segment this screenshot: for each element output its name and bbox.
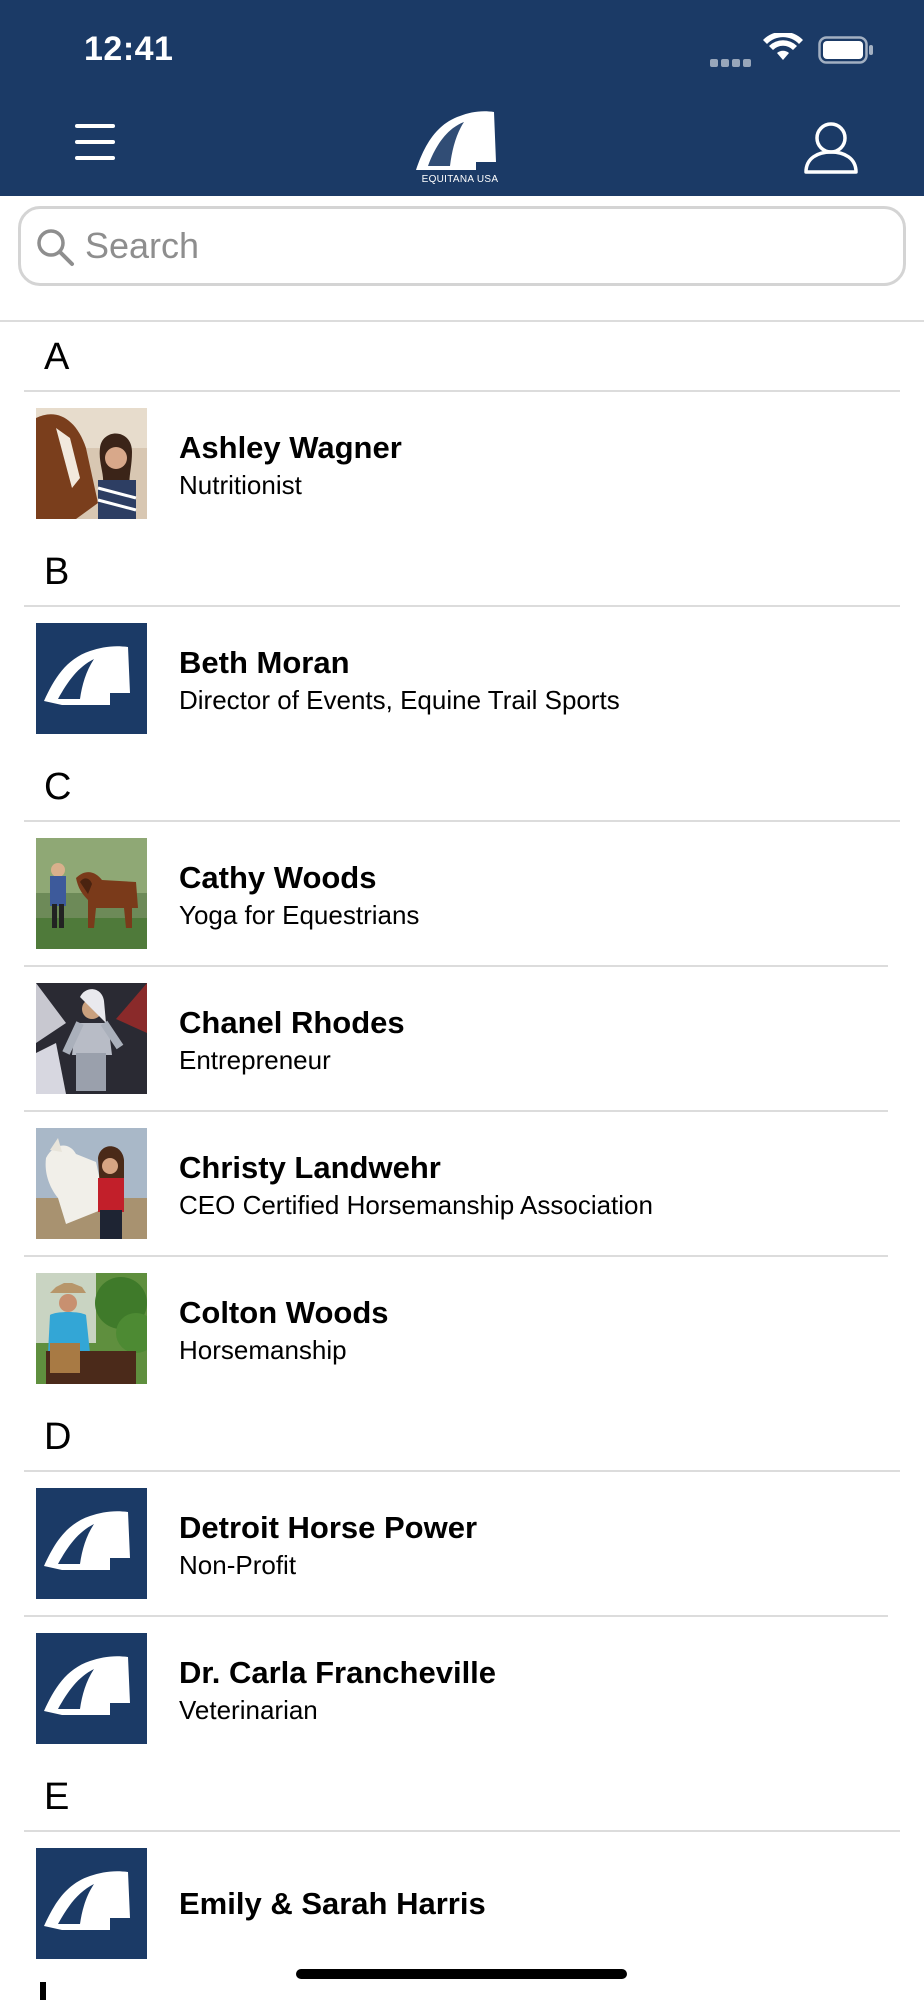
profile-photo xyxy=(36,408,147,519)
list-item[interactable]: Christy Landwehr CEO Certified Horsemansh… xyxy=(0,1112,924,1257)
cellular-signal-icon xyxy=(710,54,754,72)
item-subtitle: Entrepreneur xyxy=(179,1045,331,1075)
list-item[interactable]: Colton Woods Horsemanship xyxy=(0,1257,924,1402)
item-subtitle: CEO Certified Horsemanship Association xyxy=(179,1190,653,1220)
equitana-logo-thumbnail xyxy=(36,1488,147,1599)
app-header: 12:41 EQUITANA USA xyxy=(0,0,924,196)
equitana-logo-thumbnail xyxy=(36,623,147,734)
list-item[interactable]: Dr. Carla Francheville Veterinarian xyxy=(0,1617,924,1762)
item-name: Dr. Carla Francheville xyxy=(179,1655,497,1690)
item-subtitle: Non-Profit xyxy=(179,1550,297,1580)
item-name: Ashley Wagner xyxy=(179,430,402,465)
list-item[interactable]: Chanel Rhodes Entrepreneur xyxy=(0,967,924,1112)
list-item[interactable]: Ashley Wagner Nutritionist xyxy=(0,392,924,537)
profile-photo xyxy=(36,1128,147,1239)
profile-photo xyxy=(36,1273,147,1384)
item-name: Colton Woods xyxy=(179,1295,389,1330)
logo-text: EQUITANA USA xyxy=(421,174,499,185)
user-icon[interactable] xyxy=(800,118,862,176)
profile-photo xyxy=(36,838,147,949)
directory-list: A Ashley Wagner Nutritionist B Beth Moran Dir… xyxy=(0,322,924,1977)
wifi-icon xyxy=(763,33,803,60)
item-subtitle: Director of Events, Equine Trail Sports xyxy=(179,685,620,715)
section-header-b: B xyxy=(24,537,900,607)
item-name: Emily & Sarah Harris xyxy=(179,1886,486,1921)
item-name: Beth Moran xyxy=(179,645,350,680)
profile-photo xyxy=(36,983,147,1094)
section-header-e: E xyxy=(24,1762,900,1832)
section-letter: E xyxy=(44,1776,70,1818)
search-input[interactable] xyxy=(85,219,885,273)
status-time: 12:41 xyxy=(84,30,174,68)
list-item[interactable]: Detroit Horse Power Non-Profit xyxy=(0,1472,924,1617)
item-name: Detroit Horse Power xyxy=(179,1510,478,1545)
section-letter: C xyxy=(44,766,72,808)
battery-icon xyxy=(818,36,873,64)
item-name: Christy Landwehr xyxy=(179,1150,441,1185)
item-name: Chanel Rhodes xyxy=(179,1005,405,1040)
item-subtitle: Horsemanship xyxy=(179,1335,347,1365)
section-letter: A xyxy=(44,336,70,378)
list-item[interactable]: Cathy Woods Yoga for Equestrians xyxy=(0,822,924,967)
list-item[interactable]: Emily & Sarah Harris xyxy=(0,1832,924,1977)
section-header-c: C xyxy=(24,752,900,822)
item-subtitle: Yoga for Equestrians xyxy=(179,900,420,930)
hamburger-menu-icon[interactable] xyxy=(68,124,122,168)
equitana-logo-thumbnail xyxy=(36,1633,147,1744)
next-section-letter-partial xyxy=(40,1982,46,2000)
item-subtitle: Veterinarian xyxy=(179,1695,318,1725)
equitana-logo: EQUITANA USA xyxy=(410,104,510,188)
search-bar[interactable] xyxy=(18,206,906,286)
item-name: Cathy Woods xyxy=(179,860,377,895)
list-item[interactable]: Beth Moran Director of Events, Equine Tra… xyxy=(0,607,924,752)
section-header-a: A xyxy=(24,322,900,392)
home-indicator[interactable] xyxy=(296,1969,627,1979)
search-icon xyxy=(37,229,74,266)
equitana-logo-thumbnail xyxy=(36,1848,147,1959)
item-subtitle: Nutritionist xyxy=(179,470,302,500)
section-letter: B xyxy=(44,551,70,593)
section-letter: D xyxy=(44,1416,72,1458)
section-header-d: D xyxy=(24,1402,900,1472)
